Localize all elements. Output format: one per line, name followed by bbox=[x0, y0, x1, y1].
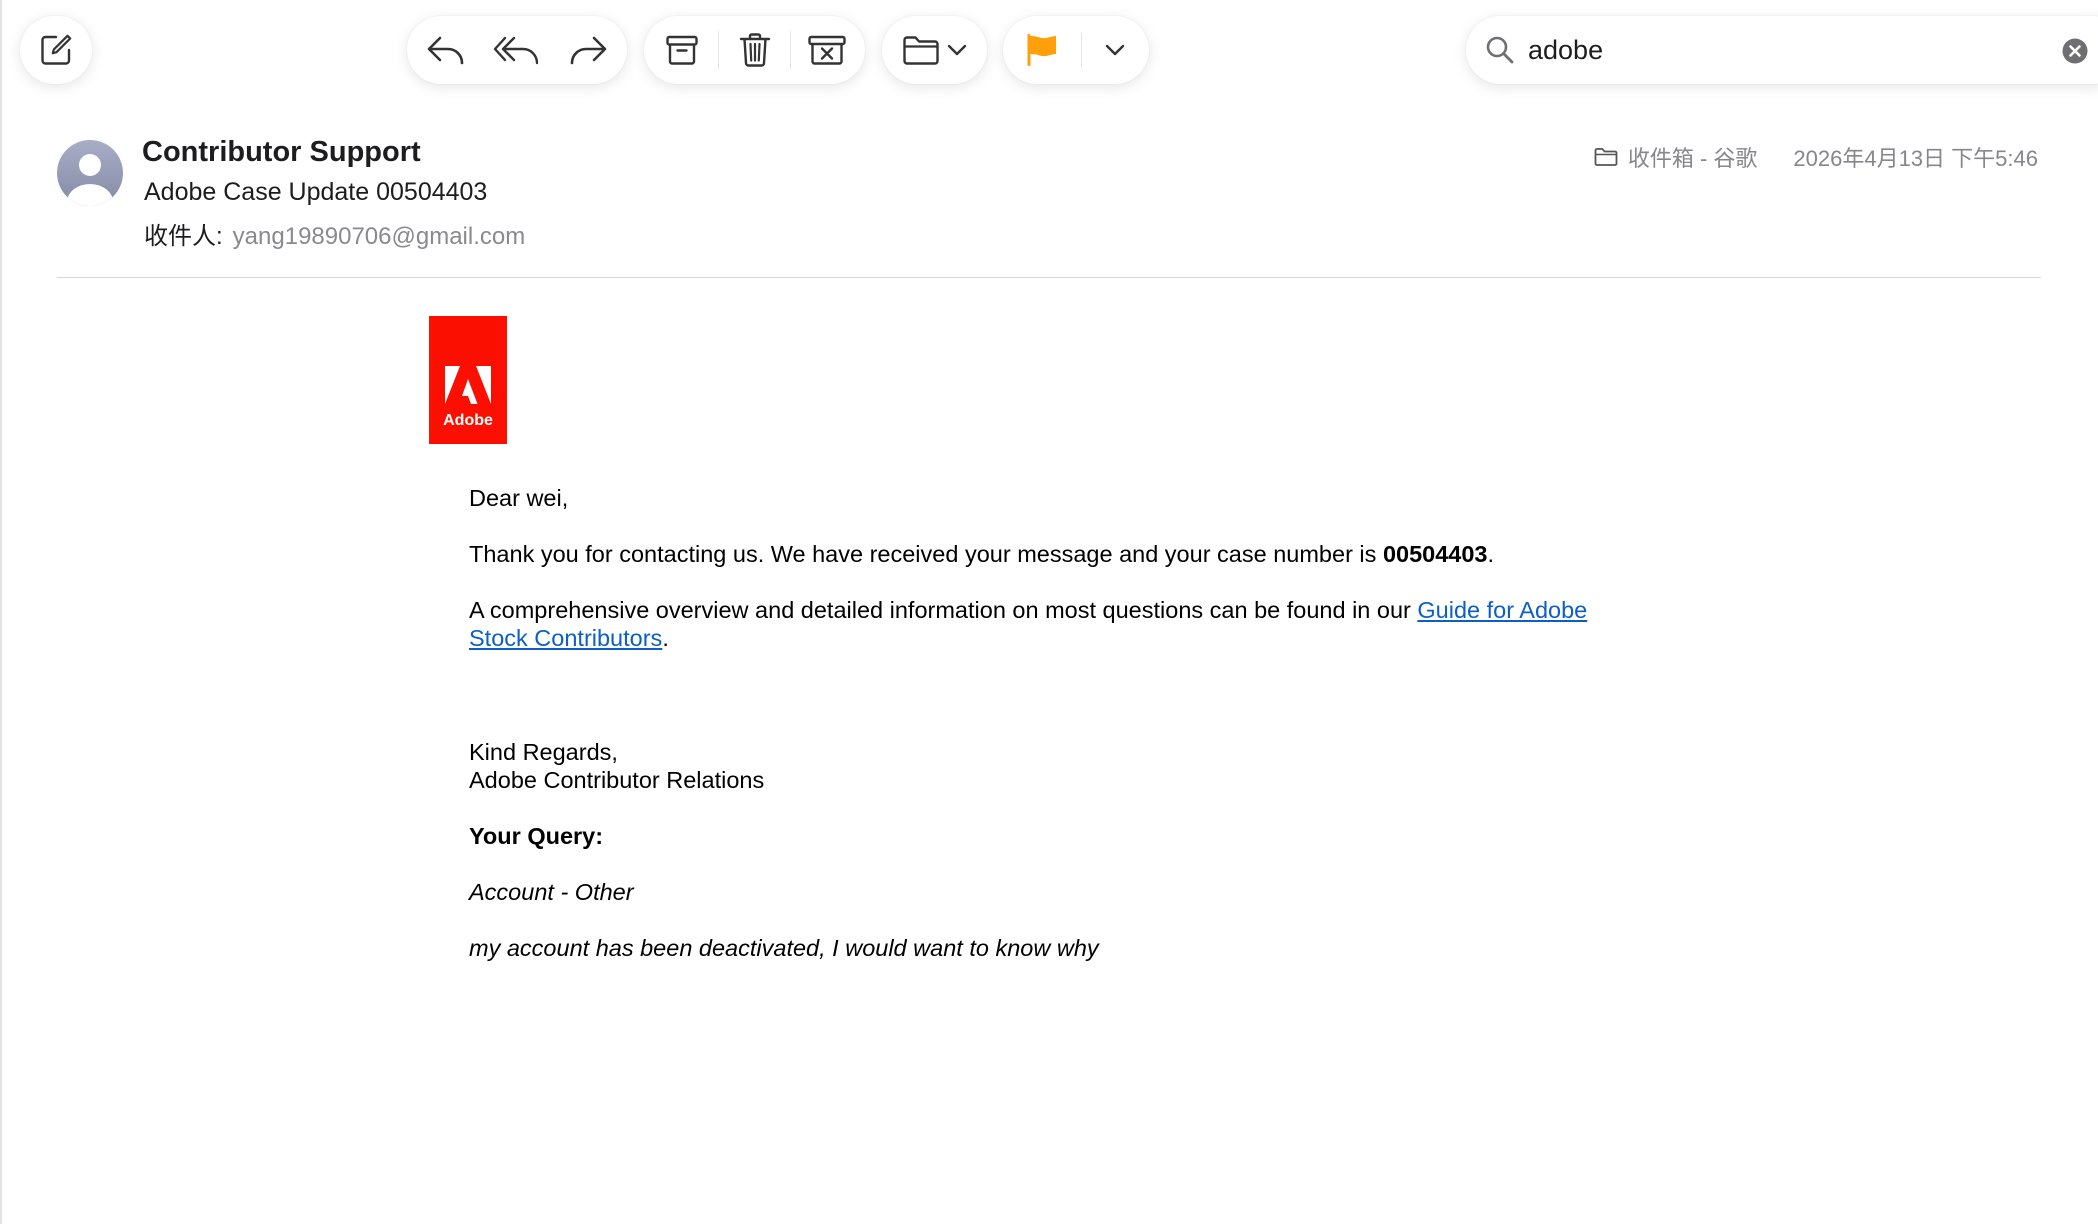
team-signature: Adobe Contributor Relations bbox=[469, 767, 765, 793]
compose-icon bbox=[41, 34, 72, 65]
search-icon bbox=[1486, 36, 1514, 64]
reply-all-icon bbox=[493, 36, 539, 65]
overview-paragraph: A comprehensive overview and detailed in… bbox=[469, 596, 1649, 652]
compose-button[interactable] bbox=[20, 16, 92, 84]
window-edge bbox=[0, 0, 2, 1224]
message-subject: Adobe Case Update 00504403 bbox=[144, 178, 488, 206]
sender-name[interactable]: Contributor Support bbox=[142, 136, 421, 169]
chevron-down-icon bbox=[947, 44, 966, 56]
flag-button[interactable] bbox=[1003, 16, 1081, 84]
query-text: my account has been deactivated, I would… bbox=[469, 935, 1099, 961]
mailbox-label[interactable]: 收件箱 - 谷歌 bbox=[1628, 141, 1758, 173]
folder-icon bbox=[1594, 148, 1618, 166]
compose-pill bbox=[20, 16, 92, 84]
greeting: Dear wei, bbox=[469, 485, 569, 511]
toolbar-separator bbox=[717, 31, 719, 69]
adobe-logo-text: Adobe bbox=[443, 412, 493, 429]
adobe-logo: Adobe bbox=[429, 316, 507, 444]
archive-icon bbox=[666, 35, 698, 65]
trash-button[interactable] bbox=[727, 16, 783, 84]
recipient-label: 收件人: bbox=[144, 223, 223, 250]
message-date: 2026年4月13日 下午5:46 bbox=[1793, 146, 2038, 171]
archive-button[interactable] bbox=[654, 16, 710, 84]
chevron-down-icon bbox=[1105, 44, 1125, 56]
adobe-logo-icon bbox=[445, 366, 491, 404]
toolbar-separator bbox=[790, 31, 792, 69]
move-to-folder-button[interactable] bbox=[882, 16, 987, 84]
search-field[interactable] bbox=[1466, 16, 2098, 84]
reply-group bbox=[407, 16, 627, 84]
recipient-address[interactable]: yang19890706@gmail.com bbox=[233, 223, 526, 250]
flag-group bbox=[1003, 16, 1149, 84]
clear-search-icon[interactable] bbox=[2062, 38, 2088, 64]
folder-icon bbox=[902, 36, 939, 65]
flag-icon bbox=[1027, 34, 1056, 66]
message-meta: 收件箱 - 谷歌 2026年4月13日 下午5:46 bbox=[1594, 141, 2038, 173]
thanks-text: Thank you for contacting us. We have rec… bbox=[469, 541, 1383, 567]
junk-icon bbox=[808, 35, 846, 65]
junk-button[interactable] bbox=[799, 16, 855, 84]
reply-icon bbox=[428, 36, 464, 65]
header-divider bbox=[57, 277, 2041, 278]
delete-group bbox=[644, 16, 865, 84]
trash-icon bbox=[739, 33, 770, 67]
query-category: Account - Other bbox=[469, 879, 634, 905]
thanks-end: . bbox=[1487, 541, 1495, 567]
reply-button[interactable] bbox=[411, 16, 481, 84]
forward-icon bbox=[570, 36, 606, 65]
flag-options-button[interactable] bbox=[1082, 16, 1148, 84]
move-group bbox=[882, 16, 987, 84]
overview-text: A comprehensive overview and detailed in… bbox=[469, 597, 1418, 623]
sender-avatar bbox=[57, 140, 123, 206]
case-number: 00504403 bbox=[1382, 541, 1488, 567]
search-input[interactable] bbox=[1528, 28, 2068, 72]
recipient-row: 收件人: yang19890706@gmail.com bbox=[144, 216, 525, 251]
regards: Kind Regards, bbox=[469, 739, 618, 765]
thanks-paragraph: Thank you for contacting us. We have rec… bbox=[469, 540, 1649, 568]
reply-all-button[interactable] bbox=[482, 16, 552, 84]
query-heading: Your Query: bbox=[469, 823, 604, 849]
forward-button[interactable] bbox=[553, 16, 623, 84]
overview-end: . bbox=[662, 625, 669, 651]
